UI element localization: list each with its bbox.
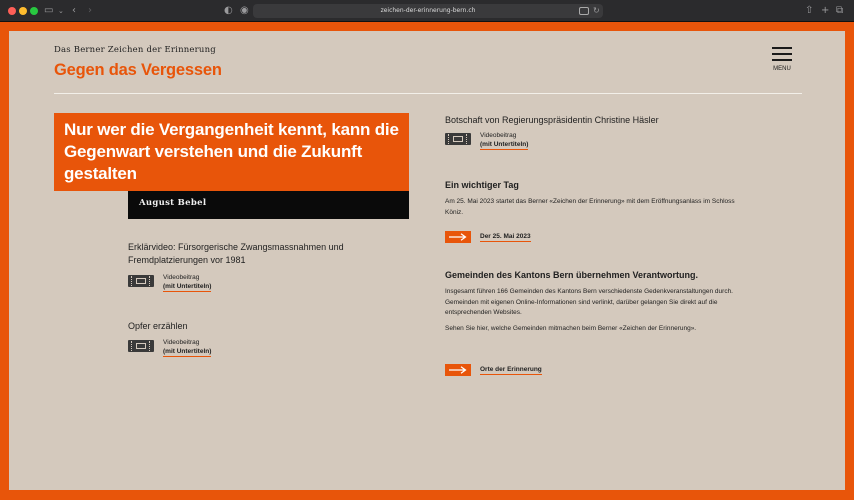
- video-subtitle-link[interactable]: (mit Untertiteln): [480, 141, 529, 150]
- communities-section: Gemeinden des Kantons Bern übernehmen Ve…: [445, 269, 735, 376]
- video-icon: [445, 133, 471, 145]
- video-kind: Videobeitrag: [163, 274, 200, 281]
- video-icon: [128, 275, 154, 287]
- extension-icon[interactable]: ◉: [240, 4, 249, 18]
- video-teaser-victims: Opfer erzählen Videobeitrag (mit Unterti…: [128, 320, 368, 357]
- quote-author: August Bebel: [139, 198, 207, 208]
- arrow-right-icon: [445, 364, 471, 376]
- quote-text: Nur wer die Vergangenheit kennt, kann di…: [64, 120, 399, 183]
- arrow-right-icon: [445, 231, 471, 243]
- section-text: Am 25. Mai 2023 startet das Berner «Zeic…: [445, 198, 735, 216]
- hamburger-icon: [772, 47, 792, 49]
- video-teaser-message: Botschaft von Regierungspräsidentin Chri…: [445, 114, 745, 150]
- sidebar-icon[interactable]: ▭: [44, 4, 53, 18]
- page-content: Das Berner Zeichen der Erinnerung Gegen …: [9, 31, 845, 490]
- menu-label: MENU: [773, 66, 791, 72]
- video-kind: Videobeitrag: [480, 132, 517, 139]
- video-subtitle-link[interactable]: (mit Untertiteln): [163, 348, 212, 357]
- back-icon[interactable]: ‹: [72, 4, 76, 18]
- section-heading: Ein wichtiger Tag: [445, 180, 519, 190]
- site-title[interactable]: Gegen das Vergessen: [54, 61, 222, 80]
- section-text: Sehen Sie hier, welche Gemeinden mitmach…: [445, 324, 697, 332]
- important-day-section: Ein wichtiger Tag Am 25. Mai 2023 starte…: [445, 179, 735, 243]
- chevron-down-icon[interactable]: ⌄: [58, 4, 64, 18]
- menu-button[interactable]: MENU: [772, 47, 794, 77]
- address-bar[interactable]: zeichen-der-erinnerung-bern.ch: [253, 4, 603, 18]
- tab-overview-icon[interactable]: ⧉: [836, 4, 843, 18]
- day-link-label[interactable]: Der 25. Mai 2023: [480, 233, 531, 242]
- video-title[interactable]: Erklärvideo: Fürsorgerische Zwangsmassna…: [128, 241, 368, 267]
- close-window-button[interactable]: [8, 7, 16, 15]
- share-icon[interactable]: ⇧: [805, 4, 813, 18]
- new-tab-icon[interactable]: +: [821, 4, 829, 18]
- site-kicker: Das Berner Zeichen der Erinnerung: [54, 45, 216, 55]
- video-subtitle-link[interactable]: (mit Untertiteln): [163, 283, 212, 292]
- video-kind: Videobeitrag: [163, 339, 200, 346]
- header-divider: [54, 93, 802, 94]
- hamburger-icon: [772, 59, 792, 61]
- forward-icon[interactable]: ›: [88, 4, 92, 18]
- section-heading: Gemeinden des Kantons Bern übernehmen Ve…: [445, 270, 699, 280]
- video-title[interactable]: Botschaft von Regierungspräsidentin Chri…: [445, 114, 745, 127]
- zoom-window-button[interactable]: [30, 7, 38, 15]
- quote-box: Nur wer die Vergangenheit kennt, kann di…: [54, 113, 409, 191]
- video-title[interactable]: Opfer erzählen: [128, 320, 368, 333]
- places-link-label[interactable]: Orte der Erinnerung: [480, 366, 542, 375]
- reload-icon[interactable]: ↻: [593, 4, 600, 18]
- url-text: zeichen-der-erinnerung-bern.ch: [380, 7, 476, 14]
- hamburger-icon: [772, 53, 792, 55]
- page-frame: Das Berner Zeichen der Erinnerung Gegen …: [0, 22, 854, 500]
- video-icon: [128, 340, 154, 352]
- reader-icon[interactable]: [579, 7, 589, 15]
- section-text: Insgesamt führen 166 Gemeinden des Kanto…: [445, 288, 733, 316]
- browser-toolbar: ▭ ⌄ ‹ › ◐ ◉ zeichen-der-erinnerung-bern.…: [0, 0, 854, 22]
- quote-author-box: August Bebel: [128, 191, 409, 219]
- video-teaser-explainer: Erklärvideo: Fürsorgerische Zwangsmassna…: [128, 241, 368, 292]
- minimize-window-button[interactable]: [19, 7, 27, 15]
- privacy-shield-icon[interactable]: ◐: [224, 4, 233, 18]
